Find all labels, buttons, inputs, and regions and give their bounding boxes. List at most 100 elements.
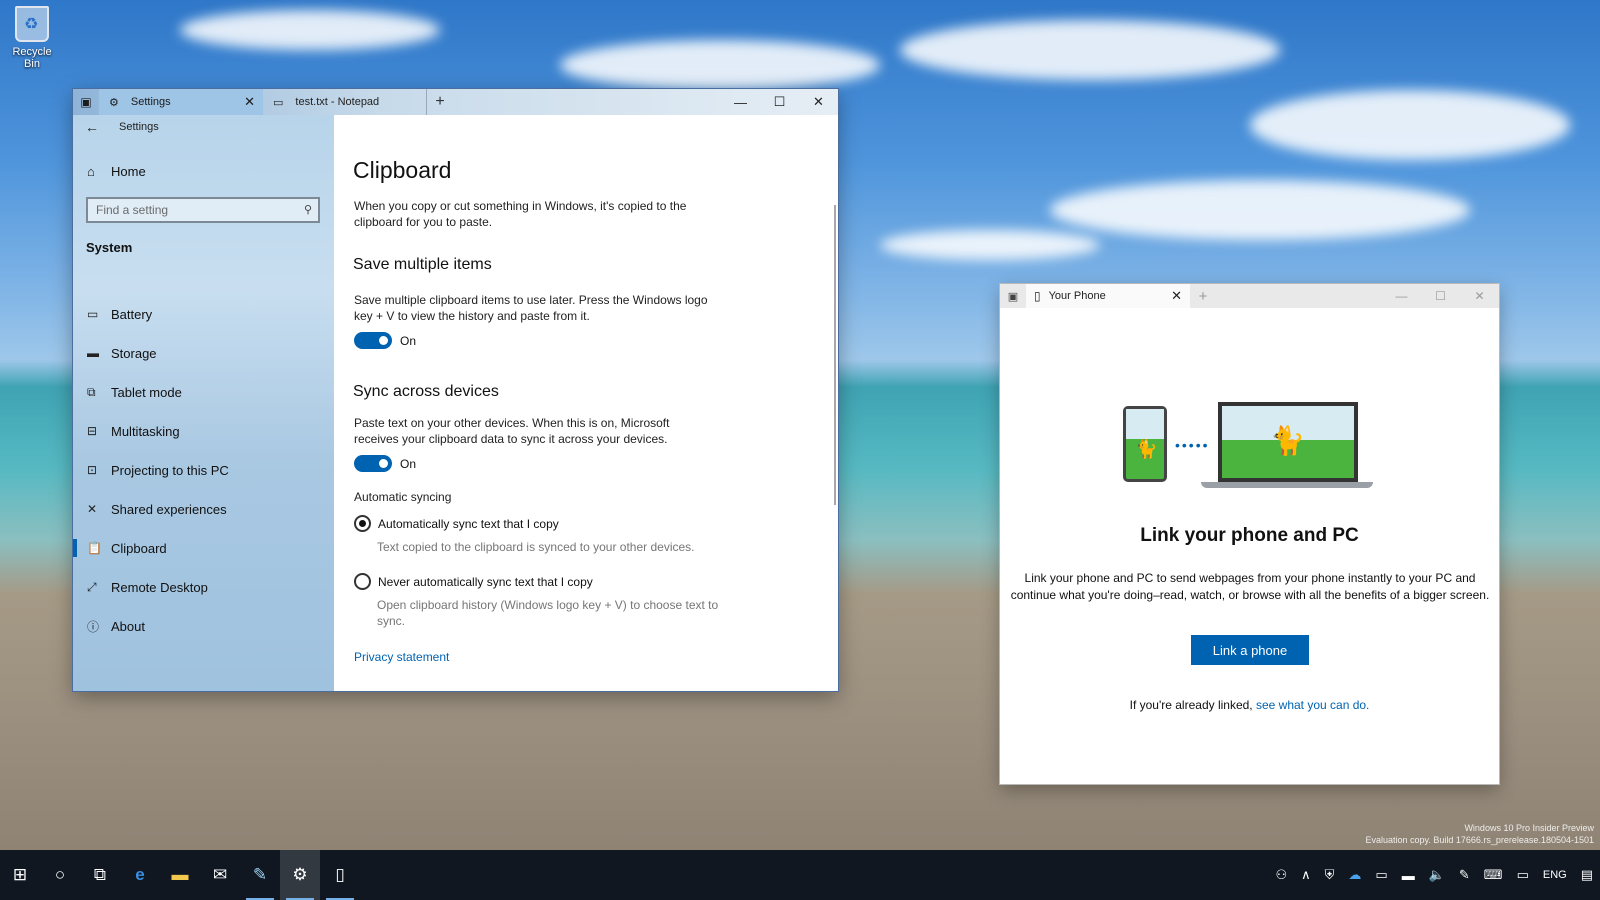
recycle-bin-label: Recycle Bin [12, 46, 52, 70]
sidebar-item-multitasking[interactable]: ⊟ Multitasking [73, 414, 334, 448]
radio-label: Never automatically sync text that I cop… [378, 574, 593, 589]
sidebar-item-remote-desktop[interactable]: ⤢ Remote Desktop [73, 570, 334, 604]
start-button[interactable]: ⊞ [0, 850, 40, 900]
link-a-phone-button[interactable]: Link a phone [1191, 635, 1309, 665]
clipboard-settings-page: Clipboard When you copy or cut something… [334, 115, 838, 691]
battery-tray-icon[interactable]: ▬ [1395, 868, 1422, 883]
close-tab-icon[interactable]: ✕ [244, 94, 255, 110]
maximize-button[interactable]: ☐ [760, 89, 799, 115]
sync-description: Paste text on your other devices. When t… [354, 416, 670, 446]
tab-label: Your Phone [1048, 290, 1106, 302]
tab-your-phone[interactable]: ▯ Your Phone ✕ [1026, 284, 1190, 308]
laptop-base [1201, 482, 1373, 488]
breadcrumb-label: Settings [119, 121, 159, 133]
search-input[interactable]: Find a setting ⚲ [86, 197, 320, 223]
shared-experiences-icon: ✕ [87, 502, 98, 516]
tablet-icon[interactable]: ▭ [1510, 867, 1536, 883]
network-icon[interactable]: ▭ [1368, 867, 1394, 883]
scrollbar[interactable] [834, 205, 836, 505]
cloud-decoration [880, 230, 1100, 260]
edge-button[interactable]: e [120, 850, 160, 900]
sidebar-item-clipboard[interactable]: 📋 Clipboard [73, 531, 334, 565]
minimize-button[interactable]: — [721, 89, 760, 115]
cloud-decoration [180, 10, 440, 50]
recycle-bin-shortcut[interactable]: Recycle Bin [4, 6, 60, 70]
mail-icon: ✉ [212, 865, 228, 884]
phone-illustration: 🐈 [1123, 406, 1167, 482]
sets-tabs-icon[interactable]: ▣ [1000, 284, 1026, 308]
sidebar-item-storage[interactable]: ▬ Storage [73, 336, 334, 370]
cortana-icon: ○ [54, 865, 66, 884]
touch-keyboard-icon[interactable]: ⌨ [1477, 867, 1510, 883]
cloud-decoration [1250, 90, 1570, 160]
sidebar-item-label: Remote Desktop [111, 579, 208, 595]
tab-settings[interactable]: ⚙ Settings ✕ [99, 89, 263, 115]
radio-button[interactable] [354, 573, 371, 590]
new-tab-button[interactable]: + [427, 89, 453, 115]
mail-button[interactable]: ✉ [200, 850, 240, 900]
radio-option-never-sync[interactable]: Never automatically sync text that I cop… [354, 573, 593, 590]
battery-icon: ▭ [87, 307, 99, 321]
toggle-state-label: On [400, 456, 417, 471]
close-button[interactable]: ✕ [799, 89, 838, 115]
your-phone-taskbar-button[interactable]: ▯ [320, 850, 360, 900]
volume-icon[interactable]: 🔈 [1422, 867, 1452, 883]
settings-icon: ⚙ [292, 865, 308, 884]
automatic-syncing-label: Automatic syncing [354, 490, 452, 504]
close-button[interactable]: ✕ [1460, 284, 1499, 308]
cloud-decoration [560, 40, 880, 90]
people-icon[interactable]: ⚇ [1268, 867, 1294, 883]
page-title: Clipboard [353, 157, 452, 183]
laptop-illustration: 🐈 [1218, 402, 1358, 482]
build-watermark: Windows 10 Pro Insider Preview Evaluatio… [1366, 822, 1595, 846]
action-center-icon[interactable]: ▤ [1574, 867, 1600, 883]
notepad-icon: ✎ [252, 865, 268, 884]
pen-icon[interactable]: ✎ [1452, 867, 1477, 883]
nav-home[interactable]: ⌂ Home [87, 164, 146, 179]
multitasking-icon: ⊟ [87, 424, 98, 438]
tablet-mode-icon: ⧉ [87, 384, 96, 399]
radio-button-selected[interactable] [354, 515, 371, 532]
radio-label: Automatically sync text that I copy [378, 516, 559, 531]
window-controls: — ☐ ✕ [721, 89, 838, 115]
sets-tabs-icon[interactable]: ▣ [73, 89, 99, 115]
back-arrow-icon[interactable]: ← [85, 119, 99, 135]
sidebar-item-label: Projecting to this PC [111, 462, 229, 478]
onedrive-icon[interactable]: ☁ [1341, 867, 1368, 883]
home-icon: ⌂ [87, 164, 95, 179]
sync-toggle[interactable] [354, 455, 392, 472]
notepad-taskbar-button[interactable]: ✎ [240, 850, 280, 900]
breadcrumb: ← Settings [85, 119, 159, 135]
task-view-icon: ⧉ [93, 865, 107, 884]
sidebar-item-label: About [111, 618, 145, 634]
sidebar-item-tablet-mode[interactable]: ⧉ Tablet mode [73, 375, 334, 409]
defender-icon[interactable]: ⛨ [1318, 867, 1342, 883]
sidebar-item-projecting[interactable]: ⊡ Projecting to this PC [73, 453, 334, 487]
see-what-you-can-do-link[interactable]: see what you can do. [1256, 698, 1369, 712]
chevron-up-icon[interactable]: ∧ [1294, 867, 1318, 883]
new-tab-button[interactable]: + [1190, 284, 1216, 308]
nav-section-title: System [86, 240, 133, 255]
phone-description: Link your phone and PC to send webpages … [1010, 571, 1490, 602]
file-explorer-button[interactable]: ▬ [160, 850, 200, 900]
close-tab-icon[interactable]: ✕ [1171, 288, 1182, 304]
edge-icon: e [135, 865, 145, 884]
sidebar-item-battery[interactable]: ▭ Battery [73, 297, 334, 331]
language-indicator[interactable]: ENG [1536, 869, 1574, 881]
sidebar-item-about[interactable]: ⓘ About [73, 609, 334, 643]
privacy-statement-link[interactable]: Privacy statement [354, 650, 449, 664]
sidebar-item-shared-experiences[interactable]: ✕ Shared experiences [73, 492, 334, 526]
save-multiple-toggle[interactable] [354, 332, 392, 349]
file-explorer-icon: ▬ [171, 865, 189, 884]
recycle-bin-icon [15, 6, 49, 42]
minimize-button[interactable]: — [1382, 284, 1421, 308]
sidebar-item-label: Shared experiences [111, 501, 227, 517]
maximize-button[interactable]: ☐ [1421, 284, 1460, 308]
radio-option-auto-sync[interactable]: Automatically sync text that I copy [354, 515, 559, 532]
page-intro: When you copy or cut something in Window… [354, 199, 687, 229]
settings-taskbar-button[interactable]: ⚙ [280, 850, 320, 900]
search-icon: ⚲ [303, 204, 312, 216]
tab-notepad[interactable]: ▭ test.txt - Notepad [263, 89, 427, 115]
task-view-button[interactable]: ⧉ [80, 850, 120, 900]
cortana-button[interactable]: ○ [40, 850, 80, 900]
